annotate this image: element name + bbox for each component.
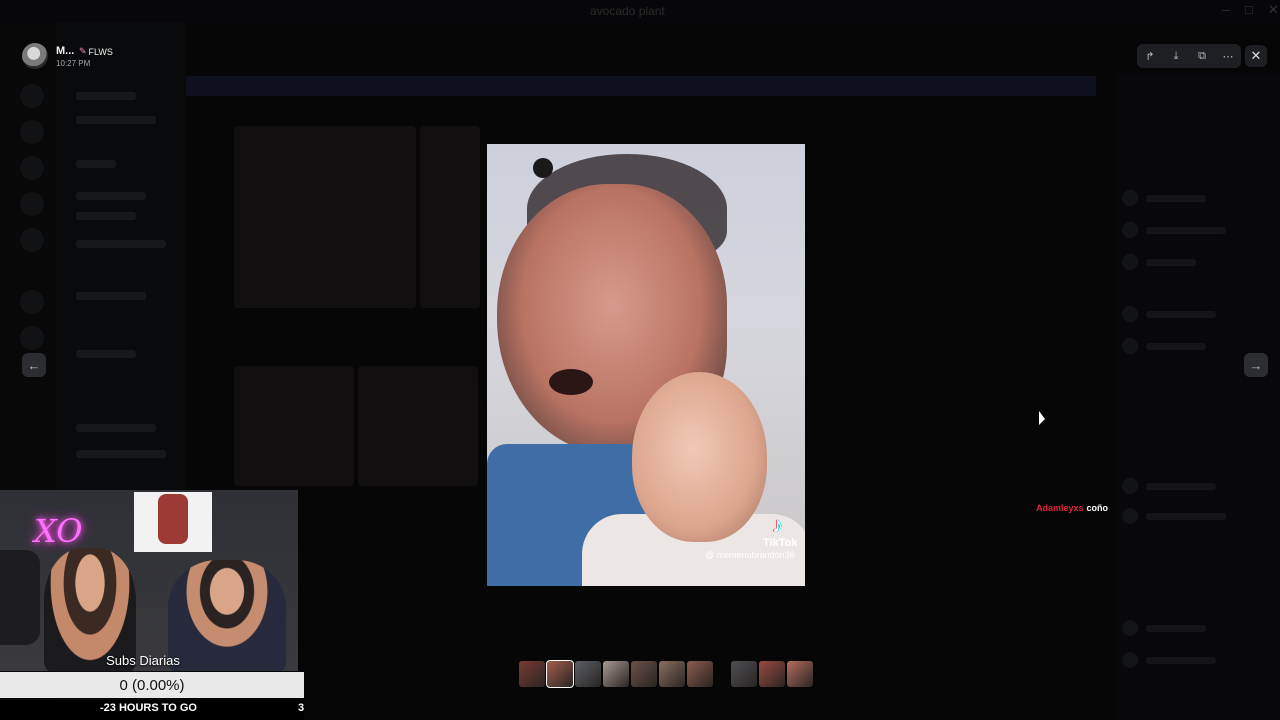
channel-item — [76, 424, 156, 432]
filmstrip-thumbnail[interactable] — [731, 661, 757, 687]
message-image — [234, 126, 416, 308]
webcam-overlay: XO — [0, 490, 298, 671]
author-name[interactable]: M... — [56, 45, 74, 57]
badge-text: FLWS — [88, 46, 113, 57]
filmstrip-thumbnail[interactable] — [603, 661, 629, 687]
tiktok-icon: ♪ — [772, 512, 783, 537]
previous-media-button[interactable]: ← — [22, 353, 46, 377]
server-icon — [20, 120, 44, 144]
member-avatar — [1122, 620, 1138, 636]
tiktok-watermark: TikTok — [763, 537, 798, 549]
chat-message: Adamleyxs coño — [1036, 503, 1108, 513]
member-avatar — [1122, 338, 1138, 354]
close-viewer-button[interactable]: ✕ — [1245, 45, 1267, 67]
member-avatar — [1122, 190, 1138, 206]
server-icon — [20, 84, 44, 108]
tiktok-handle: @ memenubrandon36 — [705, 550, 795, 560]
media-action-bar: ↱ ⤓ ⧉ ⋯ — [1137, 44, 1241, 68]
message-timestamp: 10:27 PM — [56, 59, 91, 68]
channel-item — [76, 350, 136, 358]
chat-text: coño — [1086, 503, 1109, 513]
member-name — [1146, 625, 1206, 632]
author-badge: ✎ FLWS — [79, 46, 113, 57]
more-icon[interactable]: ⋯ — [1218, 46, 1238, 66]
channel-item — [76, 116, 156, 124]
open-external-icon[interactable]: ⧉ — [1192, 46, 1212, 66]
filmstrip-thumbnail[interactable] — [687, 661, 713, 687]
chat-username: Adamleyxs — [1036, 503, 1084, 513]
member-avatar — [1122, 508, 1138, 524]
member-name — [1146, 657, 1216, 664]
member-name — [1146, 227, 1226, 234]
member-name — [1146, 343, 1206, 350]
mouse-cursor — [1039, 411, 1045, 425]
channel-item — [76, 212, 136, 220]
member-name — [1146, 195, 1206, 202]
filmstrip-spacer — [715, 661, 729, 687]
channel-item — [76, 240, 166, 248]
subs-goal-title: Subs Diarias — [106, 653, 180, 668]
member-name — [1146, 513, 1226, 520]
channel-item — [76, 160, 116, 168]
neon-sign: XO — [34, 512, 83, 550]
media-filmstrip — [519, 660, 813, 688]
next-media-button[interactable]: → — [1244, 353, 1268, 377]
filmstrip-thumbnail[interactable] — [659, 661, 685, 687]
member-list — [1115, 74, 1280, 720]
forward-icon[interactable]: ↱ — [1140, 46, 1160, 66]
filmstrip-thumbnail[interactable] — [759, 661, 785, 687]
filmstrip-thumbnail[interactable] — [575, 661, 601, 687]
server-icon — [20, 156, 44, 180]
member-name — [1146, 483, 1216, 490]
member-avatar — [1122, 254, 1138, 270]
subs-goal-progress: 0 (0.00%) — [119, 676, 185, 694]
channel-item — [76, 92, 136, 100]
download-icon[interactable]: ⤓ — [1166, 46, 1186, 66]
filmstrip-thumbnail[interactable] — [519, 661, 545, 687]
server-icon — [20, 228, 44, 252]
filmstrip-thumbnail[interactable] — [631, 661, 657, 687]
badge-icon: ✎ — [79, 46, 87, 56]
channel-item — [76, 192, 146, 200]
server-icon — [20, 192, 44, 216]
channel-item — [76, 450, 166, 458]
server-icon — [20, 290, 44, 314]
member-avatar — [1122, 478, 1138, 494]
message-image — [234, 366, 354, 486]
channel-item — [76, 292, 146, 300]
author-avatar[interactable] — [22, 43, 48, 69]
microphone — [0, 550, 40, 645]
notice-banner — [186, 76, 1096, 96]
member-name — [1146, 311, 1216, 318]
message-image — [358, 366, 478, 486]
filmstrip-thumbnail[interactable] — [546, 660, 574, 688]
subs-goal-count: 3 — [298, 702, 305, 714]
filmstrip-thumbnail[interactable] — [787, 661, 813, 687]
hours-remaining: -23 HOURS TO GO — [100, 702, 197, 714]
message-image — [420, 126, 480, 308]
member-avatar — [1122, 306, 1138, 322]
server-icon — [20, 326, 44, 350]
member-avatar — [1122, 652, 1138, 668]
member-avatar — [1122, 222, 1138, 238]
member-name — [1146, 259, 1196, 266]
media-video[interactable]: ♪ TikTok @ memenubrandon36 — [487, 144, 805, 586]
subs-goal-bar: 0 (0.00%) — [0, 672, 304, 698]
media-viewer-header: M... ✎ FLWS 10:27 PM ↱ ⤓ ⧉ ⋯ ✕ — [0, 0, 1280, 74]
